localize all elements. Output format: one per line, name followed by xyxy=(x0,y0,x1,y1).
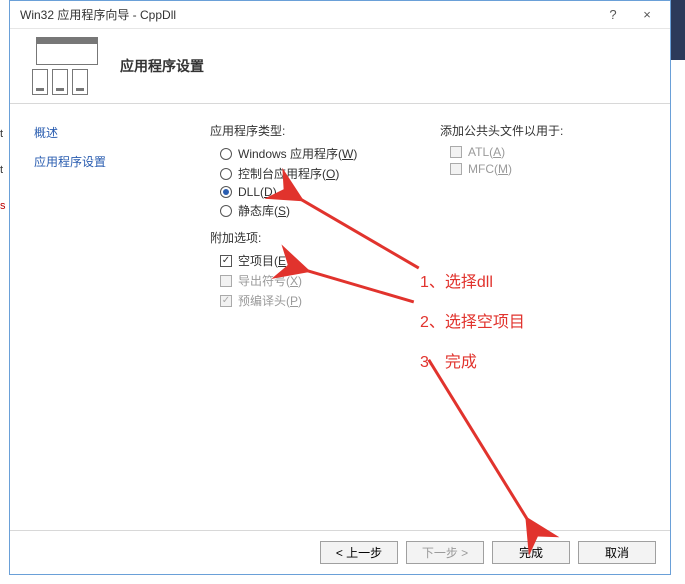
checkbox-icon xyxy=(220,275,232,287)
sidebar-item-settings[interactable]: 应用程序设置 xyxy=(34,153,170,170)
check-precompiled-header: ✓ 预编译头(P) xyxy=(220,292,410,309)
dialog-footer: < 上一步 下一步 > 完成 取消 xyxy=(10,530,670,574)
check-label: 空项目(E) xyxy=(238,252,290,269)
check-atl: ATL(A) xyxy=(450,145,640,159)
check-label: 预编译头(P) xyxy=(238,292,302,309)
check-label: 导出符号(X) xyxy=(238,272,302,289)
extra-options-label: 附加选项: xyxy=(210,229,410,246)
annotation-2: 2、选择空项目 xyxy=(420,308,525,332)
checkbox-icon: ✓ xyxy=(220,255,232,267)
cancel-button[interactable]: 取消 xyxy=(578,541,656,564)
checkbox-icon xyxy=(450,146,462,158)
radio-icon xyxy=(220,205,232,217)
radio-windows-app[interactable]: Windows 应用程序(W) xyxy=(220,145,410,162)
radio-label: 控制台应用程序(O) xyxy=(238,165,339,182)
page-title: 应用程序设置 xyxy=(120,56,204,76)
app-type-label: 应用程序类型: xyxy=(210,122,410,139)
annotation-1: 1、选择dll xyxy=(420,268,493,292)
radio-console-app[interactable]: 控制台应用程序(O) xyxy=(220,165,410,182)
wizard-icon xyxy=(30,37,102,95)
radio-label: 静态库(S) xyxy=(238,202,290,219)
wizard-dialog: Win32 应用程序向导 - CppDll ? × 应用程序设置 概述 应用程序… xyxy=(9,0,671,575)
checkbox-icon xyxy=(450,163,462,175)
finish-button[interactable]: 完成 xyxy=(492,541,570,564)
next-button: 下一步 > xyxy=(406,541,484,564)
radio-icon xyxy=(220,186,232,198)
radio-icon xyxy=(220,148,232,160)
occluded-left-edge: t t s xyxy=(0,125,6,215)
background-band xyxy=(671,0,685,60)
dialog-header: 应用程序设置 xyxy=(10,29,670,104)
window-title: Win32 应用程序向导 - CppDll xyxy=(20,6,596,23)
check-export-symbols: 导出符号(X) xyxy=(220,272,410,289)
check-label: MFC(M) xyxy=(468,162,512,176)
radio-icon xyxy=(220,168,232,180)
check-empty-project[interactable]: ✓ 空项目(E) xyxy=(220,252,410,269)
check-mfc: MFC(M) xyxy=(450,162,640,176)
radio-label: Windows 应用程序(W) xyxy=(238,145,357,162)
prev-button[interactable]: < 上一步 xyxy=(320,541,398,564)
checkbox-icon: ✓ xyxy=(220,295,232,307)
annotation-3: 3、完成 xyxy=(420,348,477,372)
radio-static-lib[interactable]: 静态库(S) xyxy=(220,202,410,219)
help-button[interactable]: ? xyxy=(596,4,630,26)
sidebar: 概述 应用程序设置 xyxy=(10,104,180,530)
radio-dll[interactable]: DLL(D) xyxy=(220,185,410,199)
sidebar-item-overview[interactable]: 概述 xyxy=(34,124,170,141)
close-button[interactable]: × xyxy=(630,4,664,26)
radio-label: DLL(D) xyxy=(238,185,277,199)
titlebar: Win32 应用程序向导 - CppDll ? × xyxy=(10,1,670,29)
check-label: ATL(A) xyxy=(468,145,505,159)
dialog-body: 概述 应用程序设置 应用程序类型: Windows 应用程序(W) 控制台应用程… xyxy=(10,104,670,530)
common-headers-label: 添加公共头文件以用于: xyxy=(440,122,640,139)
